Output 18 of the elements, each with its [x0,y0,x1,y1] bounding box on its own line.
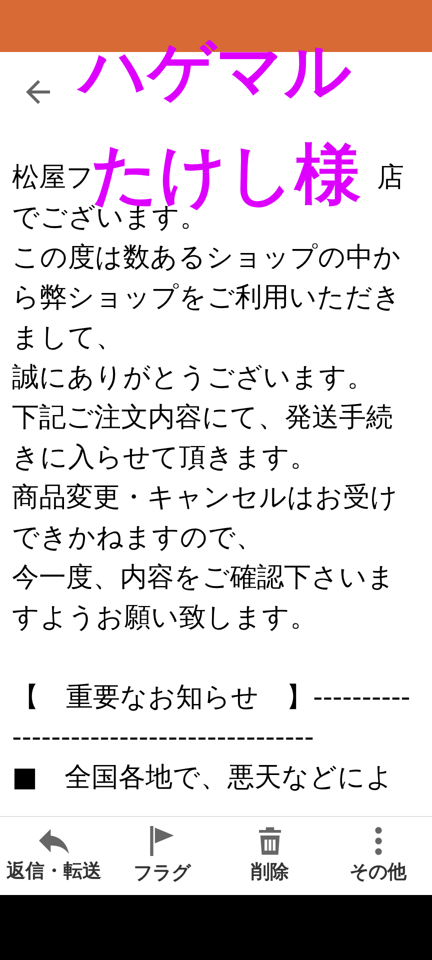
email-body-text: 店 [377,163,404,193]
flag-icon [150,826,174,856]
email-body-text: 誠にありがとうございます。 [12,361,375,395]
email-body-text: 今一度、内容をご確認下さいますようお願い致します。 [12,561,396,635]
email-body-text: 松屋フ [12,163,94,193]
email-body-text: 【 重要なお知らせ 】----------------------------------------- [12,681,412,755]
reply-button[interactable]: 返信・転送 [0,817,108,895]
email-body-text: ■ 全国各地で、悪天などによ [12,761,395,795]
reply-icon [39,828,69,854]
trash-icon [259,827,281,855]
back-arrow-icon[interactable] [26,80,50,104]
email-body-text: 下記ご注文内容にて、発送手続きに入らせて頂きます。 [12,401,394,475]
delete-button[interactable]: 削除 [216,817,324,895]
flag-button[interactable]: フラグ [108,817,216,895]
more-icon [374,827,382,855]
email-body-text: この度は数あるショップの中から弊ショップをご利用いただきまして、 [12,241,402,355]
email-body-text: 商品変更・キャンセルはお受けできかねますので、 [12,481,399,555]
more-button[interactable]: その他 [324,817,432,895]
